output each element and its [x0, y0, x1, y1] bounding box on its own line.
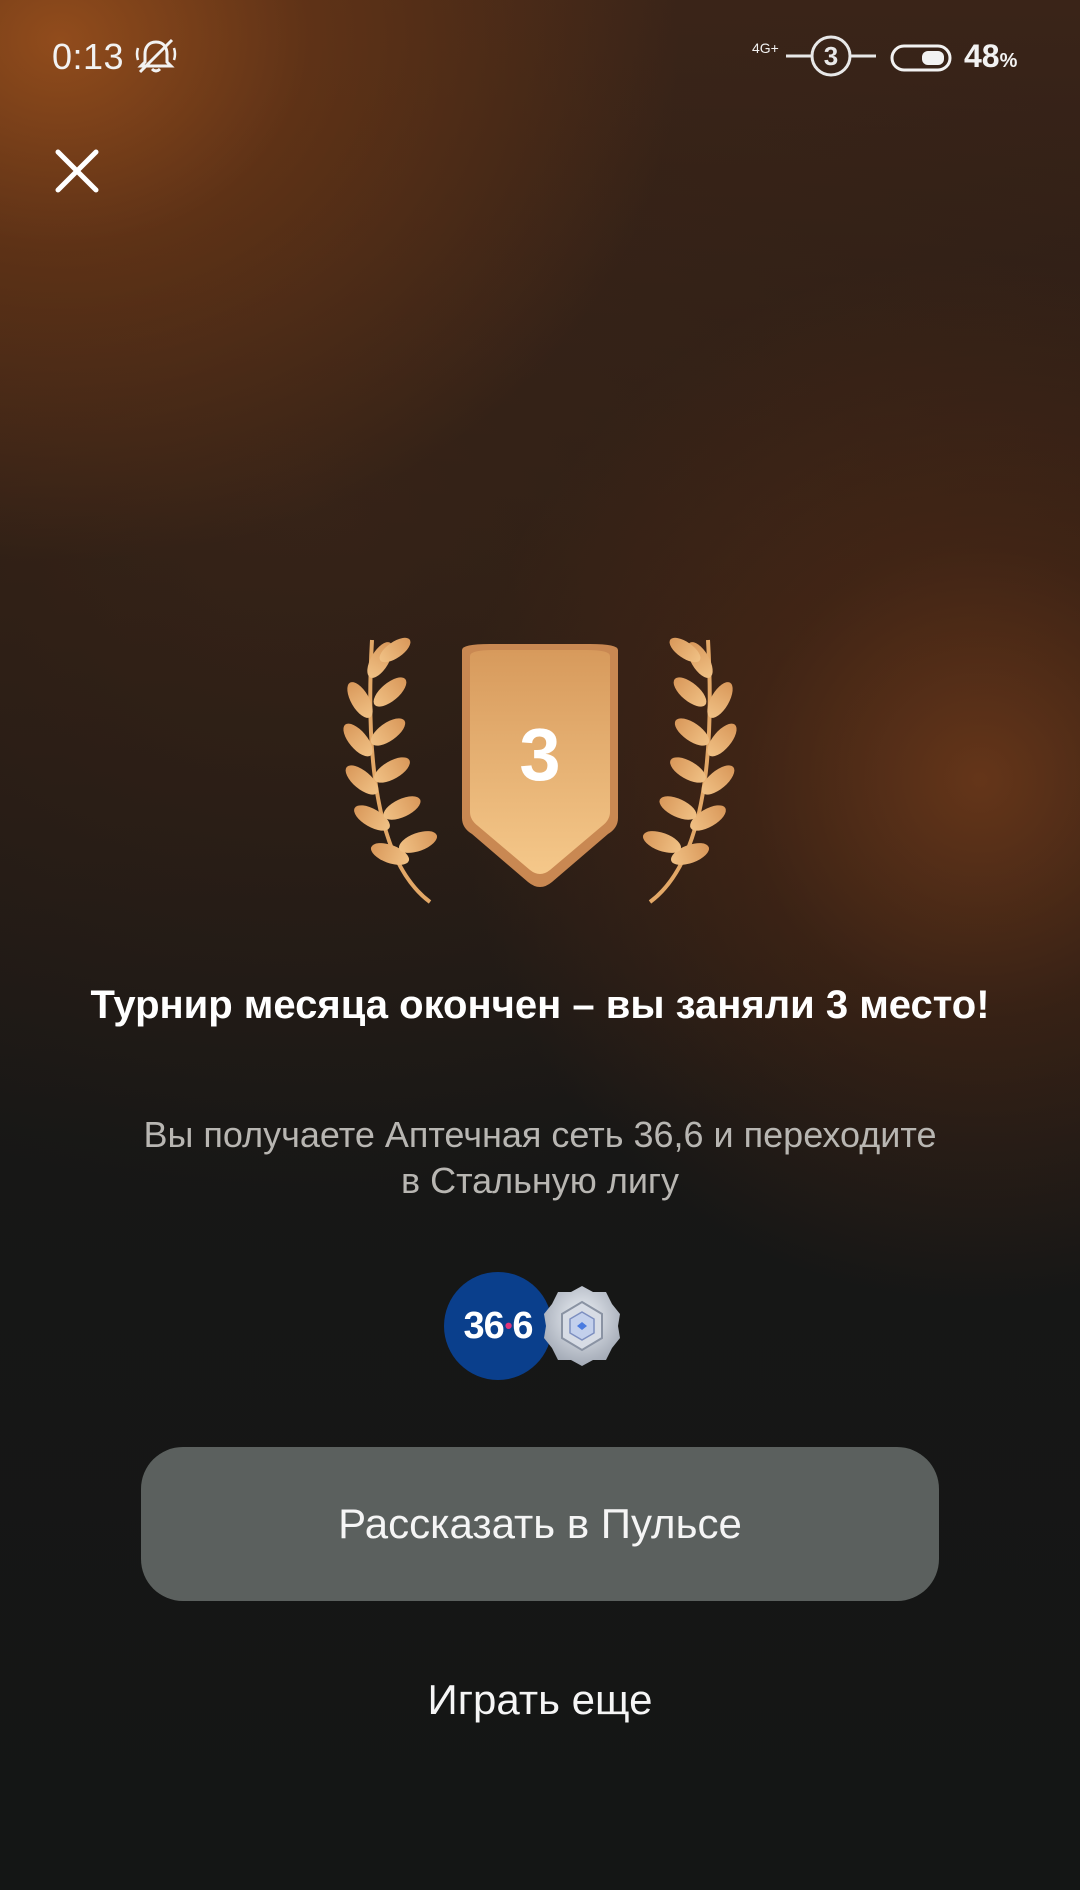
pharmacy-logo-tail: 6	[512, 1304, 533, 1347]
pharmacy-logo-dot: •	[504, 1313, 513, 1338]
bell-off-icon	[135, 38, 177, 74]
result-subtext: Вы получаете Аптечная сеть 36,6 и перехо…	[143, 1114, 937, 1201]
left-laurel-icon	[343, 637, 438, 904]
third-place-emblem: 3	[343, 637, 737, 904]
battery-icon	[890, 44, 952, 72]
sim-signal-icon: 3	[786, 35, 876, 77]
place-number: 3	[519, 713, 560, 796]
play-again-button[interactable]: Играть еще	[290, 1676, 790, 1736]
status-time: 0:13	[52, 36, 125, 77]
pharmacy-logo: 36 • 6	[444, 1272, 552, 1380]
result-headline: Турнир месяца окончен – вы заняли 3 мест…	[90, 983, 990, 1027]
battery-value: 48	[964, 38, 1000, 74]
rewards-row: 36 • 6	[440, 1268, 640, 1382]
status-bar: 0:13 4G+ 3 48%	[0, 0, 1080, 110]
background	[0, 0, 1080, 1890]
close-icon[interactable]	[50, 144, 104, 198]
share-in-pulse-button[interactable]: Рассказать в Пульсе	[141, 1447, 939, 1601]
right-laurel-icon	[642, 637, 737, 904]
network-type: 4G+	[752, 40, 779, 56]
steel-league-badge-icon	[544, 1286, 620, 1366]
sim-number: 3	[824, 41, 838, 71]
place-shield-icon: 3	[462, 644, 618, 887]
battery-unit: %	[999, 50, 1018, 72]
pharmacy-logo-main: 36	[463, 1304, 504, 1347]
battery-percentage: 48%	[964, 38, 1017, 75]
